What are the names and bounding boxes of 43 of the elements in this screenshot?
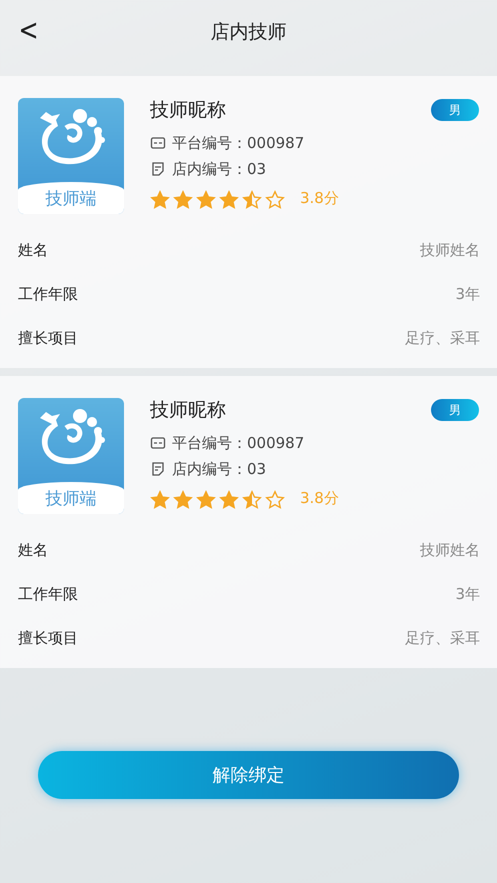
star-icon	[196, 190, 216, 210]
platform-number: 平台编号：000987	[172, 433, 304, 454]
platform-number: 平台编号：000987	[172, 133, 304, 154]
gender-tag: 男	[431, 399, 479, 421]
note-icon	[150, 161, 166, 177]
technician-nickname: 技师昵称	[150, 398, 226, 422]
rating-score: 3.8分	[300, 489, 339, 508]
app-logo: 技师端	[18, 398, 124, 514]
field-value: 足疗、采耳	[405, 328, 480, 348]
star-icon	[242, 490, 262, 510]
note-icon	[150, 461, 166, 477]
back-button[interactable]: <	[14, 14, 44, 48]
app-logo: 技师端	[18, 98, 124, 214]
star-icon	[196, 490, 216, 510]
technician-nickname: 技师昵称	[150, 98, 226, 122]
star-icon	[150, 490, 170, 510]
rating-score: 3.8分	[300, 189, 339, 208]
star-icon	[219, 490, 239, 510]
id-card-icon	[150, 435, 166, 451]
field-label: 工作年限	[18, 584, 78, 604]
field-label: 工作年限	[18, 284, 78, 304]
field-value: 技师姓名	[420, 540, 480, 560]
page-title: 店内技师	[210, 20, 286, 45]
field-label: 擅长项目	[18, 628, 78, 648]
field-label: 擅长项目	[18, 328, 78, 348]
field-label: 姓名	[18, 540, 48, 560]
star-icon	[219, 190, 239, 210]
star-icon	[265, 490, 285, 510]
field-value: 技师姓名	[420, 240, 480, 260]
unbind-button[interactable]: 解除绑定	[38, 751, 459, 799]
star-icon	[150, 190, 170, 210]
field-value: 3年	[455, 284, 480, 304]
star-icon	[173, 490, 193, 510]
store-number: 店内编号：03	[172, 159, 266, 180]
field-label: 姓名	[18, 240, 48, 260]
field-value: 3年	[455, 584, 480, 604]
gender-tag: 男	[431, 99, 479, 121]
star-icon	[173, 190, 193, 210]
star-icon	[265, 190, 285, 210]
store-number: 店内编号：03	[172, 459, 266, 480]
star-icon	[242, 190, 262, 210]
id-card-icon	[150, 135, 166, 151]
field-value: 足疗、采耳	[405, 628, 480, 648]
